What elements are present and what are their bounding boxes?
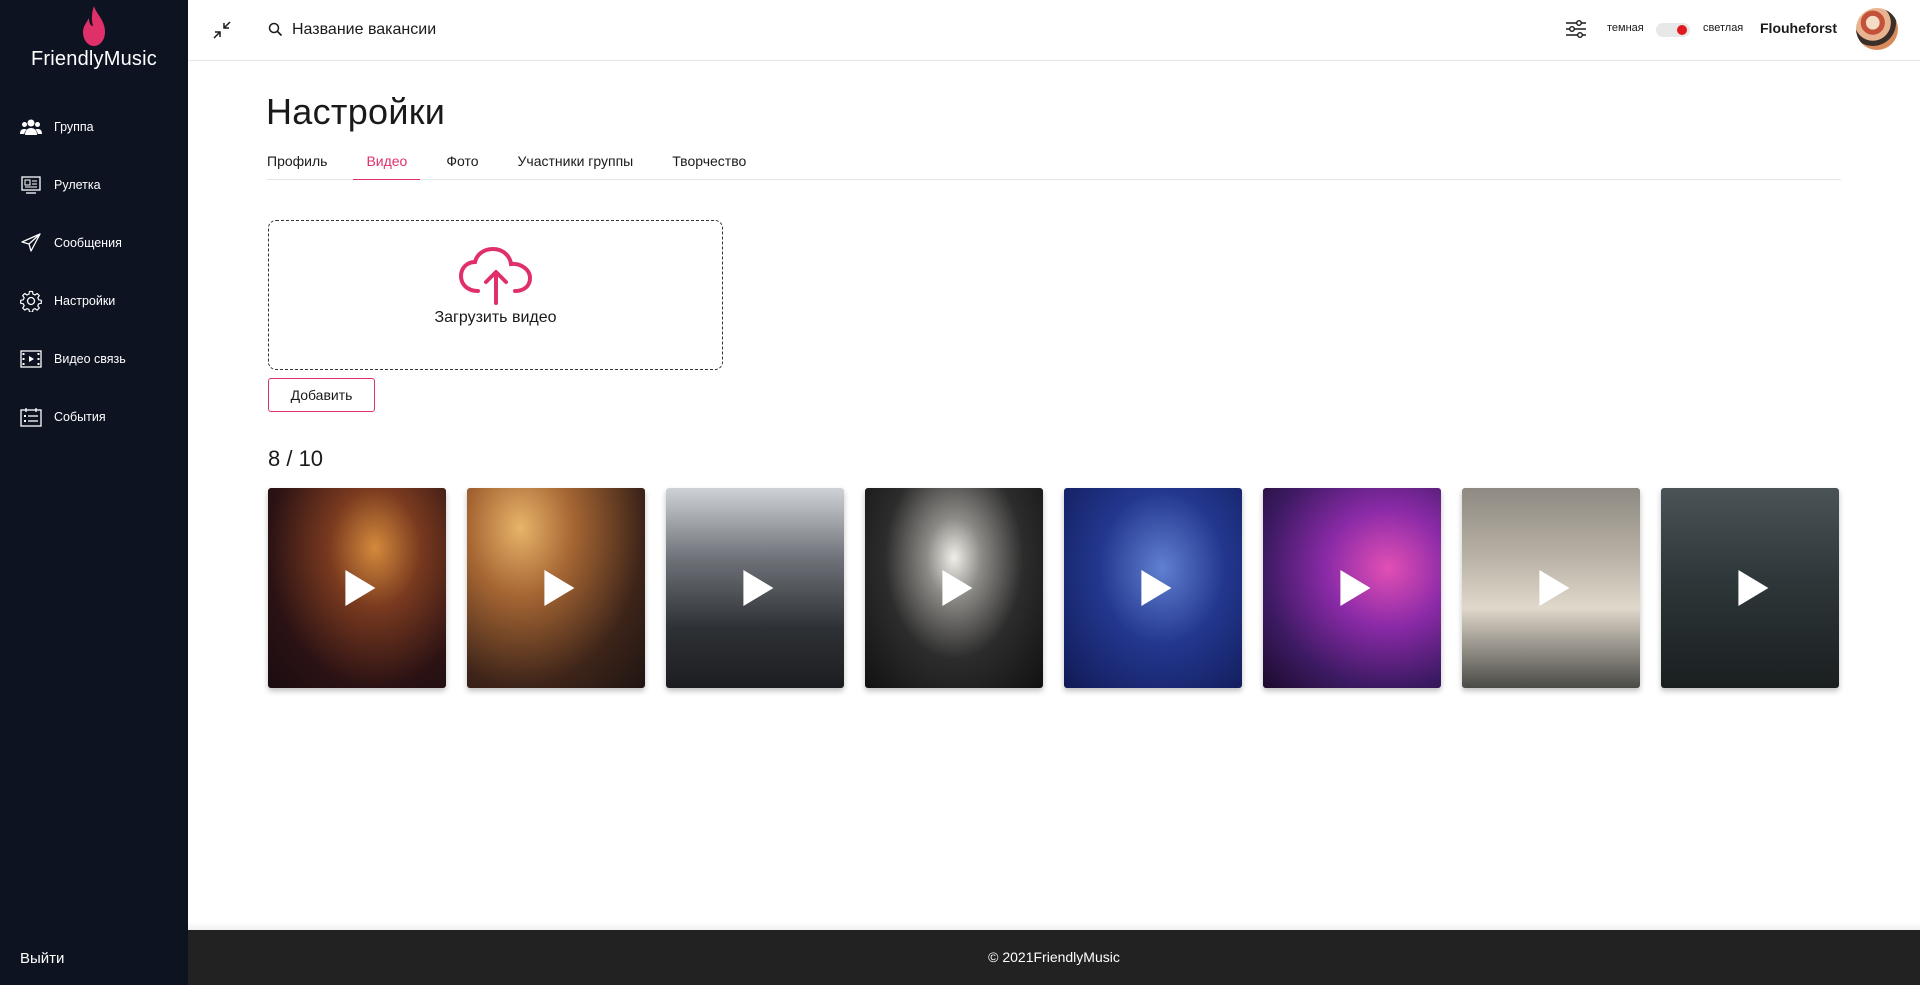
gear-icon xyxy=(20,290,42,312)
calendar-list-icon xyxy=(20,406,42,428)
footer-shadow xyxy=(188,922,1920,930)
sidebar-item-label: События xyxy=(54,410,106,424)
play-icon xyxy=(345,570,376,606)
sidebar-item-events[interactable]: События xyxy=(0,388,188,446)
video-thumbnail[interactable] xyxy=(467,488,645,688)
sidebar: FriendlyMusic Группа Рулетка Сообщения Н… xyxy=(0,0,188,985)
sidebar-item-settings[interactable]: Настройки xyxy=(0,272,188,330)
collapse-arrows-icon xyxy=(213,21,231,39)
upload-label: Загрузить видео xyxy=(434,309,557,326)
sidebar-item-group[interactable]: Группа xyxy=(0,98,188,156)
logout-button[interactable]: Выйти xyxy=(20,950,64,967)
theme-toggle[interactable] xyxy=(1656,23,1690,37)
users-icon xyxy=(20,116,42,138)
paper-plane-icon xyxy=(20,232,42,254)
avatar[interactable] xyxy=(1856,8,1898,50)
roulette-icon xyxy=(20,174,42,196)
search-icon xyxy=(268,22,283,42)
settings-sliders-icon[interactable] xyxy=(1565,19,1587,44)
app-root: FriendlyMusic Группа Рулетка Сообщения Н… xyxy=(0,0,1920,985)
play-icon xyxy=(1539,570,1570,606)
video-thumbnail[interactable] xyxy=(1263,488,1441,688)
flame-logo-icon xyxy=(83,6,105,46)
play-icon xyxy=(1738,570,1769,606)
sidebar-item-video-call[interactable]: Видео связь xyxy=(0,330,188,388)
sidebar-item-label: Группа xyxy=(54,120,94,134)
video-thumbnail[interactable] xyxy=(1462,488,1640,688)
play-icon xyxy=(1141,570,1172,606)
theme-dark-label: темная xyxy=(1607,22,1644,34)
sidebar-item-label: Сообщения xyxy=(54,236,122,250)
settings-tabs: Профиль Видео Фото Участники группы Твор… xyxy=(267,149,1841,180)
tab-creativity[interactable]: Творчество xyxy=(672,149,746,180)
toggle-knob xyxy=(1677,25,1687,35)
play-icon xyxy=(743,570,774,606)
video-thumbnail[interactable] xyxy=(666,488,844,688)
video-thumbnail[interactable] xyxy=(1064,488,1242,688)
sidebar-item-label: Настройки xyxy=(54,294,116,308)
collapse-sidebar-button[interactable] xyxy=(211,19,233,41)
page-title: Настройки xyxy=(266,91,446,132)
sidebar-item-label: Видео связь xyxy=(54,352,126,366)
sidebar-item-messages[interactable]: Сообщения xyxy=(0,214,188,272)
tab-video[interactable]: Видео xyxy=(353,149,421,180)
film-icon xyxy=(20,348,42,370)
app-name: FriendlyMusic xyxy=(31,48,157,70)
play-icon xyxy=(942,570,973,606)
video-counter: 8 / 10 xyxy=(268,446,324,471)
video-thumbnail[interactable] xyxy=(268,488,446,688)
tab-photo[interactable]: Фото xyxy=(446,149,478,180)
video-thumbnail[interactable] xyxy=(1661,488,1839,688)
sidebar-nav: Группа Рулетка Сообщения Настройки Видео… xyxy=(0,98,188,446)
sidebar-item-roulette[interactable]: Рулетка xyxy=(0,156,188,214)
tab-group-members[interactable]: Участники группы xyxy=(518,149,634,180)
search-input[interactable] xyxy=(292,16,652,44)
topbar: темная светлая Flouheforst xyxy=(188,0,1920,61)
footer: © 2021FriendlyMusic xyxy=(188,930,1920,985)
tab-profile[interactable]: Профиль xyxy=(267,149,327,180)
video-thumbnail[interactable] xyxy=(865,488,1043,688)
footer-copyright: © 2021FriendlyMusic xyxy=(988,949,1120,965)
video-upload-dropzone[interactable]: Загрузить видео xyxy=(268,220,723,370)
play-icon xyxy=(544,570,575,606)
logo[interactable]: FriendlyMusic xyxy=(0,6,188,76)
theme-light-label: светлая xyxy=(1703,22,1744,34)
username[interactable]: Flouheforst xyxy=(1760,20,1837,36)
sidebar-item-label: Рулетка xyxy=(54,178,101,192)
play-icon xyxy=(1340,570,1371,606)
cloud-upload-icon xyxy=(458,247,532,305)
add-button[interactable]: Добавить xyxy=(268,378,375,412)
video-grid xyxy=(268,488,1844,688)
